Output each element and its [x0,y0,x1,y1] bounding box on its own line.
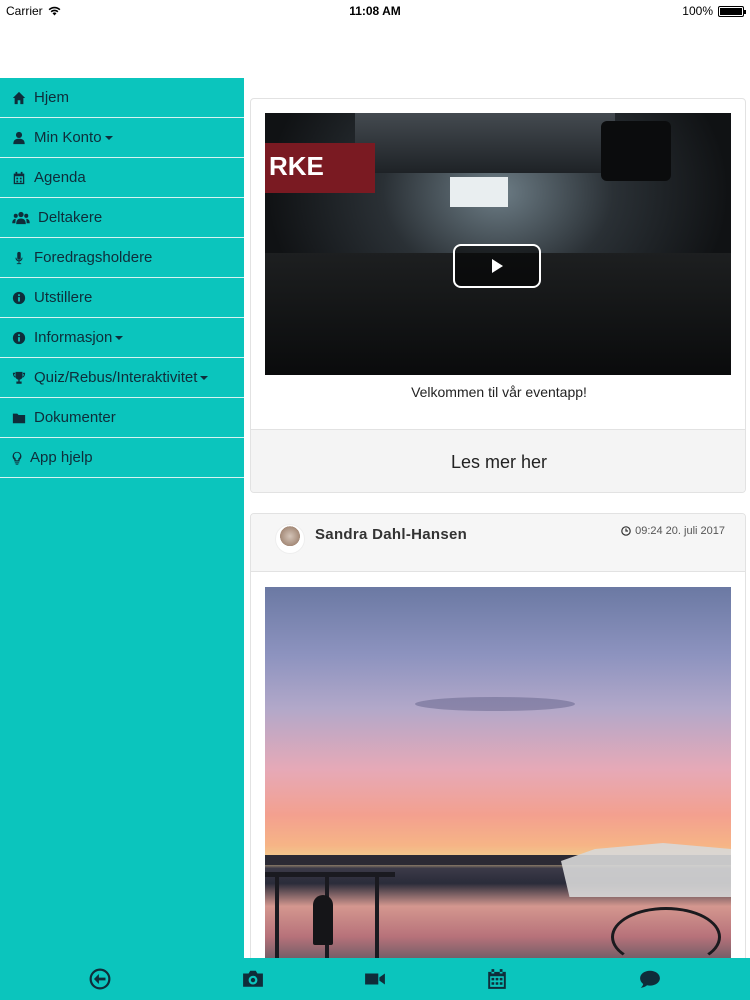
lightbulb-icon [10,449,24,467]
video-caption: Velkommen til vår eventapp! [411,384,587,400]
status-time: 11:08 AM [349,4,401,18]
sidebar-item-informasjon[interactable]: Informasjon [0,318,244,358]
sidebar-item-label: Min Konto [34,129,102,146]
trophy-icon [10,369,28,387]
video-scene-camera [601,121,671,181]
post-card: Sandra Dahl-Hansen 09:24 20. juli 2017 [250,513,746,958]
battery-icon [718,5,746,17]
photo-boat [561,843,731,897]
read-more-button[interactable]: Les mer her [251,429,745,492]
sidebar-item-app-hjelp[interactable]: App hjelp [0,438,244,478]
sidebar-menu: Hjem Min Konto Agenda Deltakere Foredrag… [0,78,244,958]
users-icon [10,209,32,227]
main-feed: RKE Velkommen til vår eventapp! Les mer … [244,78,750,958]
post-header: Sandra Dahl-Hansen 09:24 20. juli 2017 [251,514,745,572]
calendar-icon [10,169,28,187]
avatar[interactable] [275,524,305,554]
status-bar: Carrier 11:08 AM 100% [0,0,750,22]
bottom-toolbar [0,958,750,1000]
video-scene-banner: RKE [265,143,375,193]
sidebar-item-hjem[interactable]: Hjem [0,78,244,118]
chevron-down-icon [200,375,209,380]
post-time-text: 09:24 20. juli 2017 [635,525,725,537]
chevron-down-icon [115,335,124,340]
post-author[interactable]: Sandra Dahl-Hansen [315,526,467,543]
photo-person [313,895,333,945]
play-icon [492,259,503,273]
post-photo[interactable] [265,587,731,958]
chevron-down-icon [104,135,113,140]
sidebar-item-agenda[interactable]: Agenda [0,158,244,198]
sidebar-item-foredragsholdere[interactable]: Foredragsholdere [0,238,244,278]
sidebar-item-min-konto[interactable]: Min Konto [0,118,244,158]
video-card: RKE Velkommen til vår eventapp! Les mer … [250,98,746,493]
info-icon [10,329,28,347]
sidebar-item-quiz[interactable]: Quiz/Rebus/Interaktivitet [0,358,244,398]
play-button[interactable] [453,244,541,288]
sidebar-item-label: Hjem [34,89,70,106]
sidebar-item-label: Quiz/Rebus/Interaktivitet [34,369,198,386]
microphone-icon [10,249,28,267]
video-camera-icon[interactable] [362,967,388,991]
post-timestamp: 09:24 20. juli 2017 [621,525,725,537]
battery-percent: 100% [682,4,713,18]
clock-icon [621,526,631,536]
sidebar-item-dokumenter[interactable]: Dokumenter [0,398,244,438]
sidebar-item-label: Informasjon [34,329,113,346]
event-video[interactable]: RKE [265,113,731,375]
sidebar-item-deltakere[interactable]: Deltakere [0,198,244,238]
info-icon [10,289,28,307]
sidebar-item-label: Foredragsholdere [34,249,153,266]
back-circle-icon[interactable] [87,967,113,991]
status-right: 100% [682,4,746,18]
sidebar-item-label: Agenda [34,169,86,186]
user-icon [10,129,28,147]
sidebar-item-label: Deltakere [38,209,103,226]
photo-bicycle [611,907,721,958]
calendar-icon[interactable] [484,967,510,991]
sidebar-item-utstillere[interactable]: Utstillere [0,278,244,318]
home-icon [10,89,28,107]
sidebar-item-label: App hjelp [30,449,93,466]
sidebar-item-label: Utstillere [34,289,93,306]
video-scene-ceiling [355,113,615,173]
chat-bubble-icon[interactable] [637,967,663,991]
sidebar-item-label: Dokumenter [34,409,116,426]
camera-icon[interactable] [240,967,266,991]
folder-icon [10,409,28,427]
photo-cloud [415,697,575,711]
video-scene-screen [450,177,508,207]
